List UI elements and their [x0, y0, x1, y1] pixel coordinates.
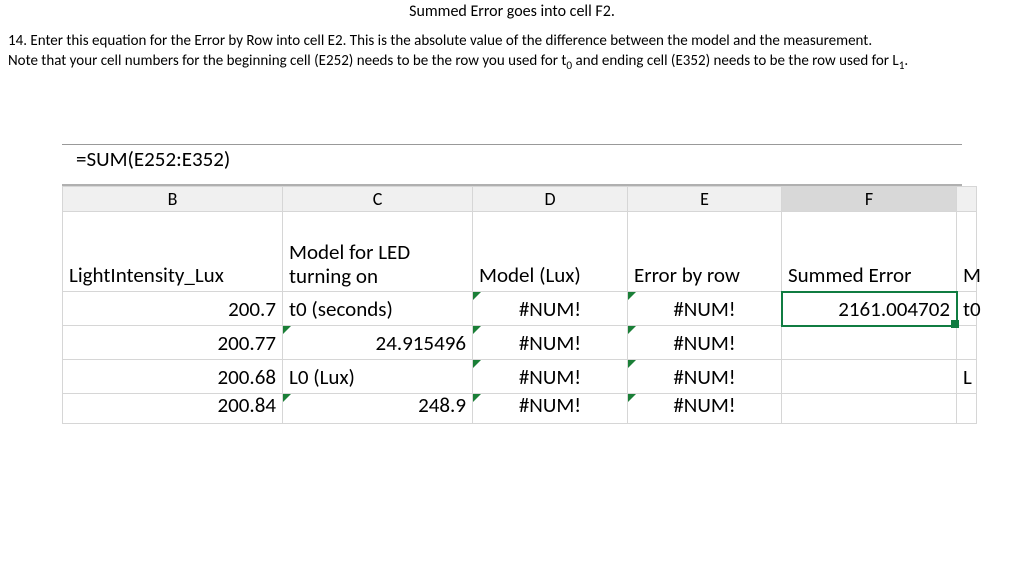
table-row: 200.77 24.915496 #NUM! #NUM! — [63, 326, 977, 360]
doc-step-14: 14. Enter this equation for the Error by… — [8, 31, 1016, 51]
cell-G[interactable]: t0 — [957, 292, 977, 326]
cell-header-C[interactable]: Model for LED turning on — [283, 212, 473, 292]
cell-C[interactable]: 248.9 — [283, 394, 473, 424]
col-header-E[interactable]: E — [628, 187, 782, 212]
doc-body: 14. Enter this equation for the Error by… — [0, 31, 1024, 74]
cell-D[interactable]: #NUM! — [473, 326, 628, 360]
cell-D-text: #NUM! — [519, 392, 581, 418]
table-header-row: LightIntensity_Lux Model for LED turning… — [63, 212, 977, 292]
cell-F[interactable] — [782, 394, 957, 424]
doc-heading: Summed Error goes into cell F2. — [0, 2, 1024, 21]
cell-E[interactable]: #NUM! — [628, 394, 782, 424]
doc-note-part3: . — [904, 52, 908, 70]
table-row: 200.68 L0 (Lux) #NUM! #NUM! L — [63, 360, 977, 394]
cell-D[interactable]: #NUM! — [473, 292, 628, 326]
cell-header-F[interactable]: Summed Error — [782, 212, 957, 292]
cell-B[interactable]: 200.84 — [63, 394, 283, 424]
cell-F-selected[interactable]: 2161.004702 — [782, 292, 957, 326]
cell-F[interactable] — [782, 360, 957, 394]
col-header-G[interactable] — [957, 187, 977, 212]
col-header-C[interactable]: C — [283, 187, 473, 212]
spreadsheet-grid: B C D E F LightIntensity_Lux Model for L… — [62, 186, 977, 424]
col-header-B[interactable]: B — [63, 187, 283, 212]
cell-E[interactable]: #NUM! — [628, 360, 782, 394]
cell-header-B[interactable]: LightIntensity_Lux — [63, 212, 283, 292]
cell-D[interactable]: #NUM! — [473, 394, 628, 424]
cell-C[interactable]: t0 (seconds) — [283, 292, 473, 326]
cell-B-text: 200.84 — [217, 392, 276, 418]
cell-B[interactable]: 200.7 — [63, 292, 283, 326]
table-row: 200.84 248.9 #NUM! #NUM! — [63, 394, 977, 424]
cell-header-E[interactable]: Error by row — [628, 212, 782, 292]
cell-G[interactable] — [957, 394, 977, 424]
cell-C-text: 248.9 — [418, 392, 466, 418]
col-header-D[interactable]: D — [473, 187, 628, 212]
cell-header-G[interactable]: M — [957, 212, 977, 292]
column-letter-row: B C D E F — [63, 187, 977, 212]
doc-note-part1: Note that your cell numbers for the begi… — [8, 52, 566, 70]
col-header-F[interactable]: F — [782, 187, 957, 212]
cell-F[interactable] — [782, 326, 957, 360]
cell-header-D[interactable]: Model (Lux) — [473, 212, 628, 292]
cell-header-C-line1: Model for LED — [289, 239, 410, 265]
cell-B[interactable]: 200.68 — [63, 360, 283, 394]
cell-D[interactable]: #NUM! — [473, 360, 628, 394]
spreadsheet-screenshot: =SUM(E252:E352) B C D E F LightIntensity… — [62, 144, 962, 424]
cell-B[interactable]: 200.77 — [63, 326, 283, 360]
table-row: 200.7 t0 (seconds) #NUM! #NUM! 2161.0047… — [63, 292, 977, 326]
cell-G[interactable]: L — [957, 360, 977, 394]
cell-E-text: #NUM! — [673, 392, 735, 418]
doc-note-part2: and ending cell (E352) needs to be the r… — [572, 52, 899, 70]
formula-bar[interactable]: =SUM(E252:E352) — [62, 144, 962, 186]
cell-C[interactable]: 24.915496 — [283, 326, 473, 360]
cell-E[interactable]: #NUM! — [628, 292, 782, 326]
doc-note: Note that your cell numbers for the begi… — [8, 51, 1016, 74]
cell-E[interactable]: #NUM! — [628, 326, 782, 360]
cell-C[interactable]: L0 (Lux) — [283, 360, 473, 394]
cell-header-C-line2: turning on — [289, 263, 378, 289]
cell-G[interactable] — [957, 326, 977, 360]
